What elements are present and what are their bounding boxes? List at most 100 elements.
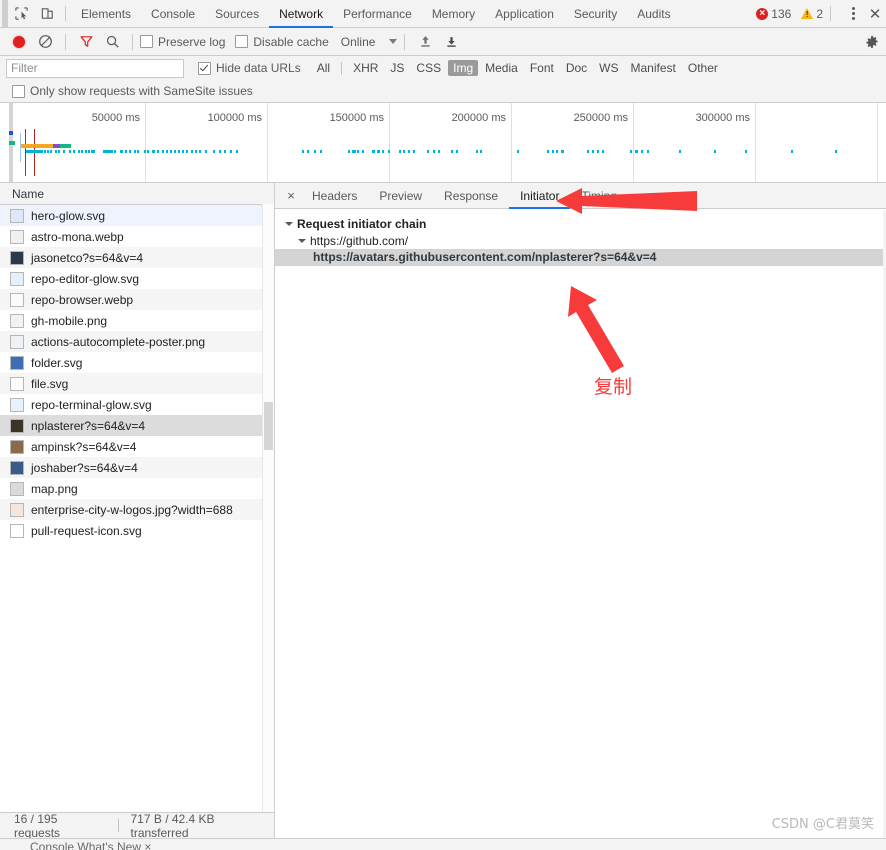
request-row[interactable]: folder.svg (0, 352, 274, 373)
filter-type-js[interactable]: JS (385, 60, 409, 76)
request-thumbnail-icon (10, 439, 24, 454)
request-row[interactable]: file.svg (0, 373, 274, 394)
overview-request-mark (403, 150, 406, 153)
request-row[interactable]: enterprise-city-w-logos.jpg?width=688 (0, 499, 274, 520)
filter-type-font[interactable]: Font (525, 60, 559, 76)
request-rows[interactable]: hero-glow.svg astro-mona.webp jasonetco?s=… (0, 205, 274, 812)
preserve-log-checkbox[interactable]: Preserve log (140, 35, 225, 49)
filter-icon[interactable] (73, 29, 99, 54)
filter-type-doc[interactable]: Doc (561, 60, 592, 76)
overview-request-mark (147, 150, 150, 153)
request-row[interactable]: joshaber?s=64&v=4 (0, 457, 274, 478)
initiator-root-row[interactable]: https://github.com/ (275, 232, 886, 249)
samesite-checkbox[interactable]: Only show requests with SameSite issues (12, 84, 253, 98)
request-row[interactable]: pull-request-icon.svg (0, 520, 274, 541)
request-name: folder.svg (31, 355, 83, 370)
filter-type-manifest[interactable]: Manifest (626, 60, 681, 76)
overview-band (9, 140, 16, 145)
request-row[interactable]: hero-glow.svg (0, 205, 274, 226)
overview-request-mark (399, 150, 402, 153)
detail-tab-headers[interactable]: Headers (301, 184, 368, 208)
request-row[interactable]: nplasterer?s=64&v=4 (0, 415, 274, 436)
request-thumbnail-icon (10, 481, 24, 496)
chevron-down-icon (389, 39, 398, 44)
request-thumbnail-icon (10, 397, 24, 412)
tab-memory[interactable]: Memory (422, 1, 485, 27)
samesite-box (12, 84, 25, 98)
scrollbar-thumb[interactable] (264, 402, 273, 450)
request-thumbnail-icon (10, 271, 24, 286)
request-list-scrollbar[interactable] (262, 204, 274, 812)
overview-request-mark (356, 150, 360, 153)
filter-type-img[interactable]: Img (448, 60, 479, 76)
clear-button[interactable] (32, 29, 58, 54)
hide-data-urls-checkbox[interactable]: Hide data URLs (198, 61, 301, 75)
initiator-child-row[interactable]: https://avatars.githubusercontent.com/np… (275, 249, 886, 266)
detail-tab-response[interactable]: Response (433, 184, 509, 208)
initiator-chain-header[interactable]: Request initiator chain (275, 215, 886, 232)
request-row[interactable]: gh-mobile.png (0, 310, 274, 331)
request-row[interactable]: repo-terminal-glow.svg (0, 394, 274, 415)
overview-request-mark (178, 150, 181, 153)
overview-request-mark (84, 150, 87, 153)
request-row[interactable]: repo-browser.webp (0, 289, 274, 310)
request-detail-panel: × Headers Preview Response Initiator Tim… (275, 183, 886, 838)
tab-application[interactable]: Application (485, 1, 564, 27)
export-har-icon[interactable] (438, 29, 464, 54)
filter-type-media[interactable]: Media (480, 60, 523, 76)
settings-gear-icon[interactable] (862, 32, 882, 52)
more-options-icon[interactable] (842, 2, 864, 26)
warning-count-badge[interactable]: 2 (801, 7, 823, 21)
chevron-down-icon-root (298, 238, 306, 243)
overview-request-mark (218, 150, 221, 153)
detail-tab-timing[interactable]: Timing (570, 184, 628, 208)
close-detail-icon[interactable]: × (281, 185, 301, 207)
overview-request-mark (152, 150, 155, 153)
overview-request-mark (194, 150, 197, 153)
error-count-badge[interactable]: × 136 (756, 7, 791, 21)
device-toolbar-icon[interactable] (34, 1, 60, 26)
request-name: joshaber?s=64&v=4 (31, 460, 138, 475)
overview-request-mark (77, 150, 80, 153)
filter-type-ws[interactable]: WS (594, 60, 623, 76)
throttling-dropdown[interactable]: Online (341, 35, 398, 49)
overview-request-mark (319, 150, 322, 153)
disable-cache-checkbox[interactable]: Disable cache (235, 35, 329, 49)
request-thumbnail-icon (10, 502, 24, 517)
drawer-peek-label: Console What's New × (30, 840, 152, 850)
tab-sources[interactable]: Sources (205, 1, 269, 27)
filter-type-all[interactable]: All (312, 60, 335, 76)
import-har-icon[interactable] (412, 29, 438, 54)
network-overview-timeline[interactable]: 50000 ms 100000 ms 150000 ms 200000 ms 25000… (0, 103, 886, 183)
filter-type-other[interactable]: Other (683, 60, 723, 76)
tab-network[interactable]: Network (269, 1, 334, 28)
overview-request-mark (646, 150, 649, 153)
request-row[interactable]: ampinsk?s=64&v=4 (0, 436, 274, 457)
detail-tab-preview[interactable]: Preview (368, 184, 433, 208)
tab-security[interactable]: Security (564, 1, 627, 27)
tab-console[interactable]: Console (141, 1, 205, 27)
filter-input[interactable] (6, 58, 184, 78)
filter-type-xhr[interactable]: XHR (348, 60, 383, 76)
overview-request-mark (476, 150, 479, 153)
overview-request-mark (50, 150, 52, 153)
request-row[interactable]: jasonetco?s=64&v=4 (0, 247, 274, 268)
overview-request-mark (745, 150, 748, 153)
tab-elements[interactable]: Elements (71, 1, 141, 27)
record-button[interactable] (6, 29, 32, 54)
initiator-root-url: https://github.com/ (310, 233, 409, 248)
request-row[interactable]: astro-mona.webp (0, 226, 274, 247)
request-row[interactable]: actions-autocomplete-poster.png (0, 331, 274, 352)
inspect-element-icon[interactable] (8, 1, 34, 26)
drawer-peek[interactable]: Console What's New × (0, 838, 886, 850)
detail-tab-initiator[interactable]: Initiator (509, 184, 571, 209)
filter-type-css[interactable]: CSS (411, 60, 446, 76)
toolbar-divider-4 (132, 33, 133, 50)
request-row[interactable]: repo-editor-glow.svg (0, 268, 274, 289)
close-devtools-icon[interactable]: ✕ (864, 2, 886, 26)
tab-audits[interactable]: Audits (627, 1, 680, 27)
request-list-header[interactable]: Name (0, 183, 274, 205)
tab-performance[interactable]: Performance (333, 1, 422, 27)
request-row[interactable]: map.png (0, 478, 274, 499)
search-icon[interactable] (99, 29, 125, 54)
